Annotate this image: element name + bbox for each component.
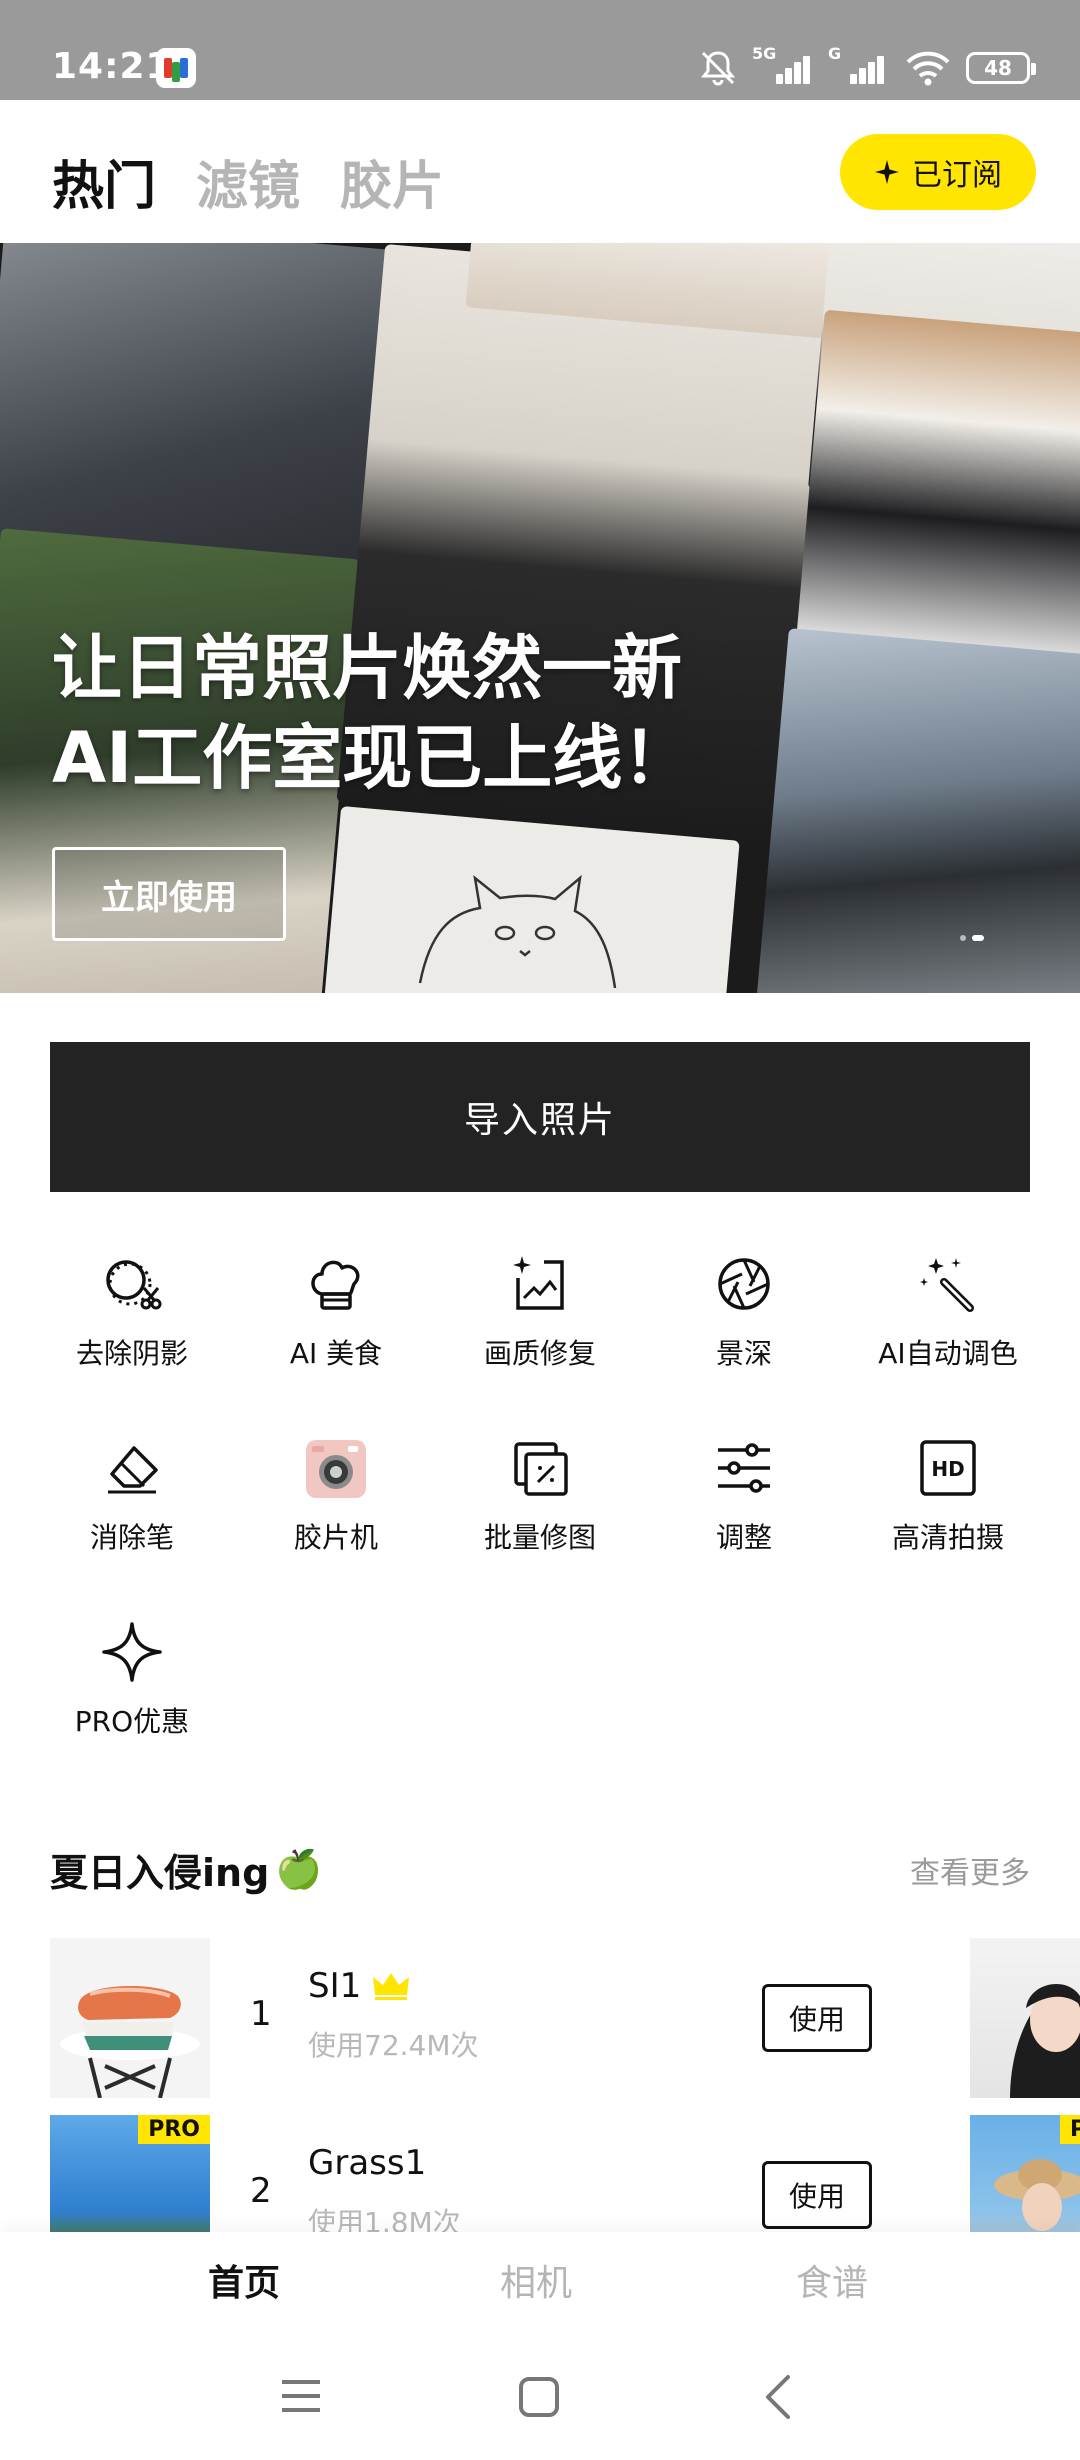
status-icons: 5G G 48	[698, 44, 1036, 92]
filter-name-text: Grass1	[308, 2143, 427, 2183]
banner-pagination	[960, 935, 984, 941]
tool-adjust[interactable]: 调整	[642, 1432, 846, 1562]
promo-banner[interactable]: 让日常照片焕然一新 AI工作室现已上线！ 立即使用	[0, 243, 1080, 993]
banner-title: 让日常照片焕然一新 AI工作室现已上线！	[52, 623, 692, 803]
eraser-icon	[96, 1432, 168, 1504]
magic-wand-icon	[912, 1248, 984, 1320]
nav-home[interactable]: 首页	[208, 2254, 280, 2306]
tool-hd-capture[interactable]: HD 高清拍摄	[846, 1432, 1050, 1562]
tab-filters[interactable]: 滤镜	[196, 144, 300, 219]
banner-photo	[752, 628, 1080, 993]
home-icon[interactable]	[518, 2376, 560, 2418]
tool-batch-edit[interactable]: 批量修图	[438, 1432, 642, 1562]
signal-g-icon: G	[828, 44, 890, 88]
menu-icon[interactable]	[280, 2378, 322, 2414]
batch-edit-icon	[504, 1432, 576, 1504]
filter-thumbnail-next	[970, 1938, 1080, 2098]
signal-5g-icon: 5G	[752, 44, 814, 88]
svg-text:HD: HD	[931, 1457, 964, 1481]
tool-depth-of-field[interactable]: 景深	[642, 1248, 846, 1378]
status-bar: 14:21 5G G 48	[0, 0, 1080, 100]
wifi-icon	[906, 51, 950, 86]
tool-image-enhance[interactable]: 画质修复	[438, 1248, 642, 1378]
banner-photo	[796, 309, 1080, 667]
crown-icon	[373, 1973, 410, 2000]
filter-name: Grass1	[308, 2143, 426, 2183]
pagination-dot	[960, 935, 966, 941]
tool-ai-food[interactable]: AI 美食	[234, 1248, 438, 1378]
see-more-link[interactable]: 查看更多	[910, 1848, 1030, 1892]
section-title: 夏日入侵ing 🍏	[50, 1842, 323, 1897]
sparkle-icon	[875, 160, 899, 184]
tool-label: PRO优惠	[74, 1705, 190, 1738]
shadow-remove-icon	[96, 1248, 168, 1320]
tool-label: 高清拍摄	[891, 1521, 1004, 1554]
subscribed-button[interactable]: 已订阅	[840, 134, 1036, 210]
tool-label: AI自动调色	[878, 1337, 1018, 1370]
image-enhance-icon	[504, 1248, 576, 1320]
tool-film-camera[interactable]: 胶片机	[234, 1432, 438, 1562]
bottom-nav: 首页 相机 食谱	[0, 2232, 1080, 2332]
filter-name-text: SI1	[308, 1966, 362, 2006]
nav-camera[interactable]: 相机	[500, 2254, 572, 2306]
tab-hot[interactable]: 热门	[52, 144, 156, 219]
notification-app-icon	[156, 48, 196, 88]
tool-label: 画质修复	[483, 1337, 596, 1370]
banner-title-line-2: AI工作室现已上线！	[52, 717, 693, 799]
use-filter-button[interactable]: 使用	[762, 1984, 872, 2052]
tool-label: 消除笔	[89, 1521, 174, 1554]
import-photo-button[interactable]: 导入照片	[50, 1042, 1030, 1192]
banner-title-line-1: 让日常照片焕然一新	[52, 627, 682, 709]
section-title-text: 夏日入侵ing	[50, 1851, 270, 1895]
top-tab-bar: 热门 滤镜 胶片 已订阅	[0, 100, 1080, 243]
cat-sketch-icon	[418, 874, 617, 989]
hd-icon: HD	[912, 1432, 984, 1504]
filter-row[interactable]: 1 SI1 使用72.4M次 使用	[0, 1938, 1080, 2098]
green-apple-icon: 🍏	[275, 1847, 323, 1891]
tool-label: AI 美食	[289, 1337, 383, 1370]
pro-badge: PRO	[138, 2115, 210, 2144]
tool-ai-auto-color[interactable]: AI自动调色	[846, 1248, 1050, 1378]
pro-badge: PRO	[1060, 2115, 1080, 2144]
filter-rank: 2	[250, 2171, 272, 2211]
filter-rank: 1	[250, 1994, 272, 2034]
pagination-dot-active	[972, 935, 984, 941]
aperture-icon	[708, 1248, 780, 1320]
use-now-button[interactable]: 立即使用	[52, 847, 286, 941]
tool-label: 批量修图	[483, 1521, 596, 1554]
tool-eraser[interactable]: 消除笔	[30, 1432, 234, 1562]
filter-name: SI1	[308, 1966, 411, 2006]
filter-usage-count: 使用72.4M次	[308, 2029, 479, 2062]
tool-label: 景深	[715, 1337, 772, 1370]
battery-level: 48	[984, 56, 1012, 80]
use-filter-button[interactable]: 使用	[762, 2161, 872, 2229]
back-icon[interactable]	[762, 2374, 792, 2420]
tool-label: 调整	[715, 1521, 772, 1554]
subscribed-label: 已订阅	[912, 158, 1002, 193]
battery-icon: 48	[966, 52, 1036, 84]
bell-muted-icon	[700, 51, 736, 86]
chef-hat-icon	[300, 1248, 372, 1320]
sliders-icon	[708, 1432, 780, 1504]
tab-film[interactable]: 胶片	[340, 144, 444, 219]
system-nav-bar	[0, 2332, 1080, 2460]
nav-recipes[interactable]: 食谱	[796, 2254, 868, 2306]
status-time: 14:21	[52, 46, 172, 87]
film-camera-icon	[300, 1432, 372, 1504]
tool-label: 去除阴影	[75, 1337, 188, 1370]
filter-thumbnail	[50, 1938, 210, 2098]
tool-remove-shadow[interactable]: 去除阴影	[30, 1248, 234, 1378]
sparkle-icon	[96, 1616, 168, 1688]
tool-label: 胶片机	[293, 1521, 378, 1554]
tool-pro-offer[interactable]: PRO优惠	[30, 1616, 234, 1746]
